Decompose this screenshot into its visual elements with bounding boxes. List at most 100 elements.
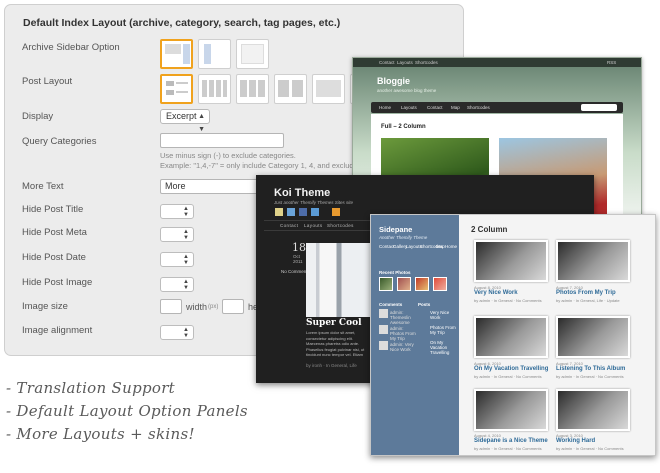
- feature-item-layout-panels: - Default Layout Option Panels: [6, 402, 248, 420]
- display-label: Display: [22, 111, 54, 122]
- post-link[interactable]: Very Nice Work: [430, 310, 457, 320]
- facebook-icon[interactable]: [299, 208, 307, 216]
- hide-post-title-select[interactable]: ▲ ▼: [160, 204, 194, 219]
- post-link[interactable]: Photos From My Trip: [430, 325, 457, 335]
- bloggie-menu-item-4[interactable]: Shortcodes: [467, 105, 490, 110]
- sidebar-option-left[interactable]: [198, 39, 231, 69]
- koi-menu-item-1[interactable]: Layouts: [304, 223, 323, 228]
- koi-post-image: [306, 243, 374, 317]
- sidebar-option-right[interactable]: [160, 39, 193, 69]
- feed-icon[interactable]: [332, 208, 340, 216]
- comment-item[interactable]: admin: Themeslin Awesome: [390, 310, 416, 325]
- post-title[interactable]: On My Vacation Travelling: [474, 366, 548, 372]
- hide-post-meta-select[interactable]: ▲ ▼: [160, 227, 194, 242]
- recent-photo-thumb[interactable]: [397, 277, 411, 291]
- image-width-input[interactable]: [160, 299, 182, 314]
- post-meta: by admin · In General · No Comments: [556, 446, 624, 451]
- layout-option-grid2[interactable]: [274, 74, 307, 104]
- bloggie-search-input[interactable]: [581, 104, 617, 111]
- post-title[interactable]: Sidepane is a Nice Theme: [474, 438, 548, 444]
- comment-item[interactable]: admin: Very Nice Work: [390, 342, 416, 352]
- post-photo[interactable]: [474, 316, 548, 358]
- post-title[interactable]: Working Hard: [556, 438, 595, 444]
- layout-option-grid4[interactable]: [198, 74, 231, 104]
- bloggie-menu-item-0[interactable]: Home: [379, 105, 391, 110]
- recent-photo-thumb[interactable]: [433, 277, 447, 291]
- sidepane-theme-preview: Sidepane Another Themify Theme Contact G…: [370, 214, 656, 456]
- recent-photo-thumb[interactable]: [415, 277, 429, 291]
- recent-photo-thumb[interactable]: [379, 277, 393, 291]
- panel-title: Default Index Layout (archive, category,…: [23, 17, 341, 29]
- avatar: [379, 309, 388, 318]
- image-alignment-select[interactable]: ▲ ▼: [160, 325, 194, 340]
- sidebar-option-none[interactable]: [236, 39, 269, 69]
- post-title[interactable]: Listening To This Album: [556, 366, 625, 372]
- hide-post-image-label: Hide Post Image: [22, 277, 93, 288]
- post-layout-label: Post Layout: [22, 76, 73, 87]
- sidepane-tagline: Another Themify Theme: [379, 235, 428, 240]
- koi-post-title[interactable]: Super Cool: [306, 318, 362, 328]
- select-arrows-icon: ▲ ▼: [183, 254, 189, 266]
- bloggie-top-nav-1[interactable]: Layouts: [397, 60, 413, 65]
- display-value: Excerpt: [166, 111, 197, 121]
- layout-option-thumb[interactable]: [312, 74, 345, 104]
- bloggie-tagline: another awesome blog theme: [377, 88, 437, 93]
- koi-post-body: Lorem ipsum dolor sit amet, consectetur …: [306, 330, 365, 358]
- sidepane-heading: 2 Column: [471, 225, 508, 234]
- post-meta: by admin · In General · No Comments: [474, 374, 542, 379]
- bloggie-rss-link[interactable]: RSS: [607, 60, 616, 65]
- post-photo[interactable]: [556, 316, 630, 358]
- post-meta: by admin · In General · No Comments: [474, 298, 542, 303]
- sidepane-menu-item-5[interactable]: Home: [445, 244, 457, 249]
- post-photo[interactable]: [556, 389, 630, 431]
- bloggie-menu-item-3[interactable]: Map: [451, 105, 460, 110]
- post-photo[interactable]: [474, 389, 548, 431]
- display-select[interactable]: Excerpt ▲ ▼: [160, 109, 210, 133]
- koi-post-date-year: 2011: [293, 259, 303, 264]
- delicious-icon[interactable]: [311, 208, 319, 216]
- comment-item[interactable]: admin: Photos From My Trip: [390, 326, 416, 341]
- select-arrows-icon: ▲ ▼: [183, 327, 189, 339]
- post-photo[interactable]: [474, 240, 548, 282]
- image-alignment-label: Image alignment: [22, 325, 93, 336]
- layout-option-list[interactable]: [160, 74, 193, 104]
- feature-item-more-layouts: - More Layouts + skins!: [6, 425, 195, 443]
- hide-post-meta-label: Hide Post Meta: [22, 227, 87, 238]
- sidepane-menu-item-4[interactable]: Map: [436, 244, 445, 249]
- hide-post-date-select[interactable]: ▲ ▼: [160, 252, 194, 267]
- hide-post-image-select[interactable]: ▲ ▼: [160, 277, 194, 292]
- post-title[interactable]: Very Nice Work: [474, 290, 518, 296]
- post-meta: by admin · In General · No Comments: [556, 374, 624, 379]
- px-label: (px): [208, 304, 219, 310]
- select-arrows-icon: ▲ ▼: [183, 229, 189, 241]
- more-text-label: More Text: [22, 181, 64, 192]
- koi-tagline: Just another Themify Themes Sites site: [274, 200, 354, 205]
- koi-post-date-day: 18: [292, 241, 306, 254]
- post-meta: by admin · In General, Life · Update: [556, 298, 620, 303]
- koi-menu-item-2[interactable]: Shortcodes: [327, 223, 354, 228]
- bloggie-menu-item-2[interactable]: Contact: [427, 105, 443, 110]
- post-title[interactable]: Photos From My Trip: [556, 290, 616, 296]
- rss-icon[interactable]: [275, 208, 283, 216]
- bloggie-top-nav-0[interactable]: Contact: [379, 60, 395, 65]
- avatar: [379, 341, 388, 350]
- recent-photos-heading: Recent Photos: [379, 270, 411, 275]
- image-size-label: Image size: [22, 301, 68, 312]
- query-categories-input[interactable]: [160, 133, 284, 148]
- bloggie-menu-item-1[interactable]: Layouts: [401, 105, 417, 110]
- koi-menu-item-0[interactable]: Contact: [280, 223, 298, 228]
- posts-heading: Posts: [418, 302, 431, 307]
- query-hint-1: Use minus sign (-) to exclude categories…: [160, 151, 296, 160]
- comments-heading: Comments: [379, 302, 403, 307]
- post-photo[interactable]: [556, 240, 630, 282]
- post-link[interactable]: On My Vacation Travelling: [430, 340, 457, 355]
- bloggie-heading: Full – 2 Column: [381, 124, 426, 130]
- bloggie-site-title: Bloggie: [377, 76, 410, 86]
- archive-sidebar-label: Archive Sidebar Option: [22, 42, 120, 53]
- twitter-icon[interactable]: [287, 208, 295, 216]
- layout-option-grid3[interactable]: [236, 74, 269, 104]
- image-height-input[interactable]: [222, 299, 244, 314]
- sidepane-site-title: Sidepane: [379, 225, 413, 234]
- hide-post-date-label: Hide Post Date: [22, 252, 86, 263]
- bloggie-top-nav-2[interactable]: Shortcodes: [415, 60, 438, 65]
